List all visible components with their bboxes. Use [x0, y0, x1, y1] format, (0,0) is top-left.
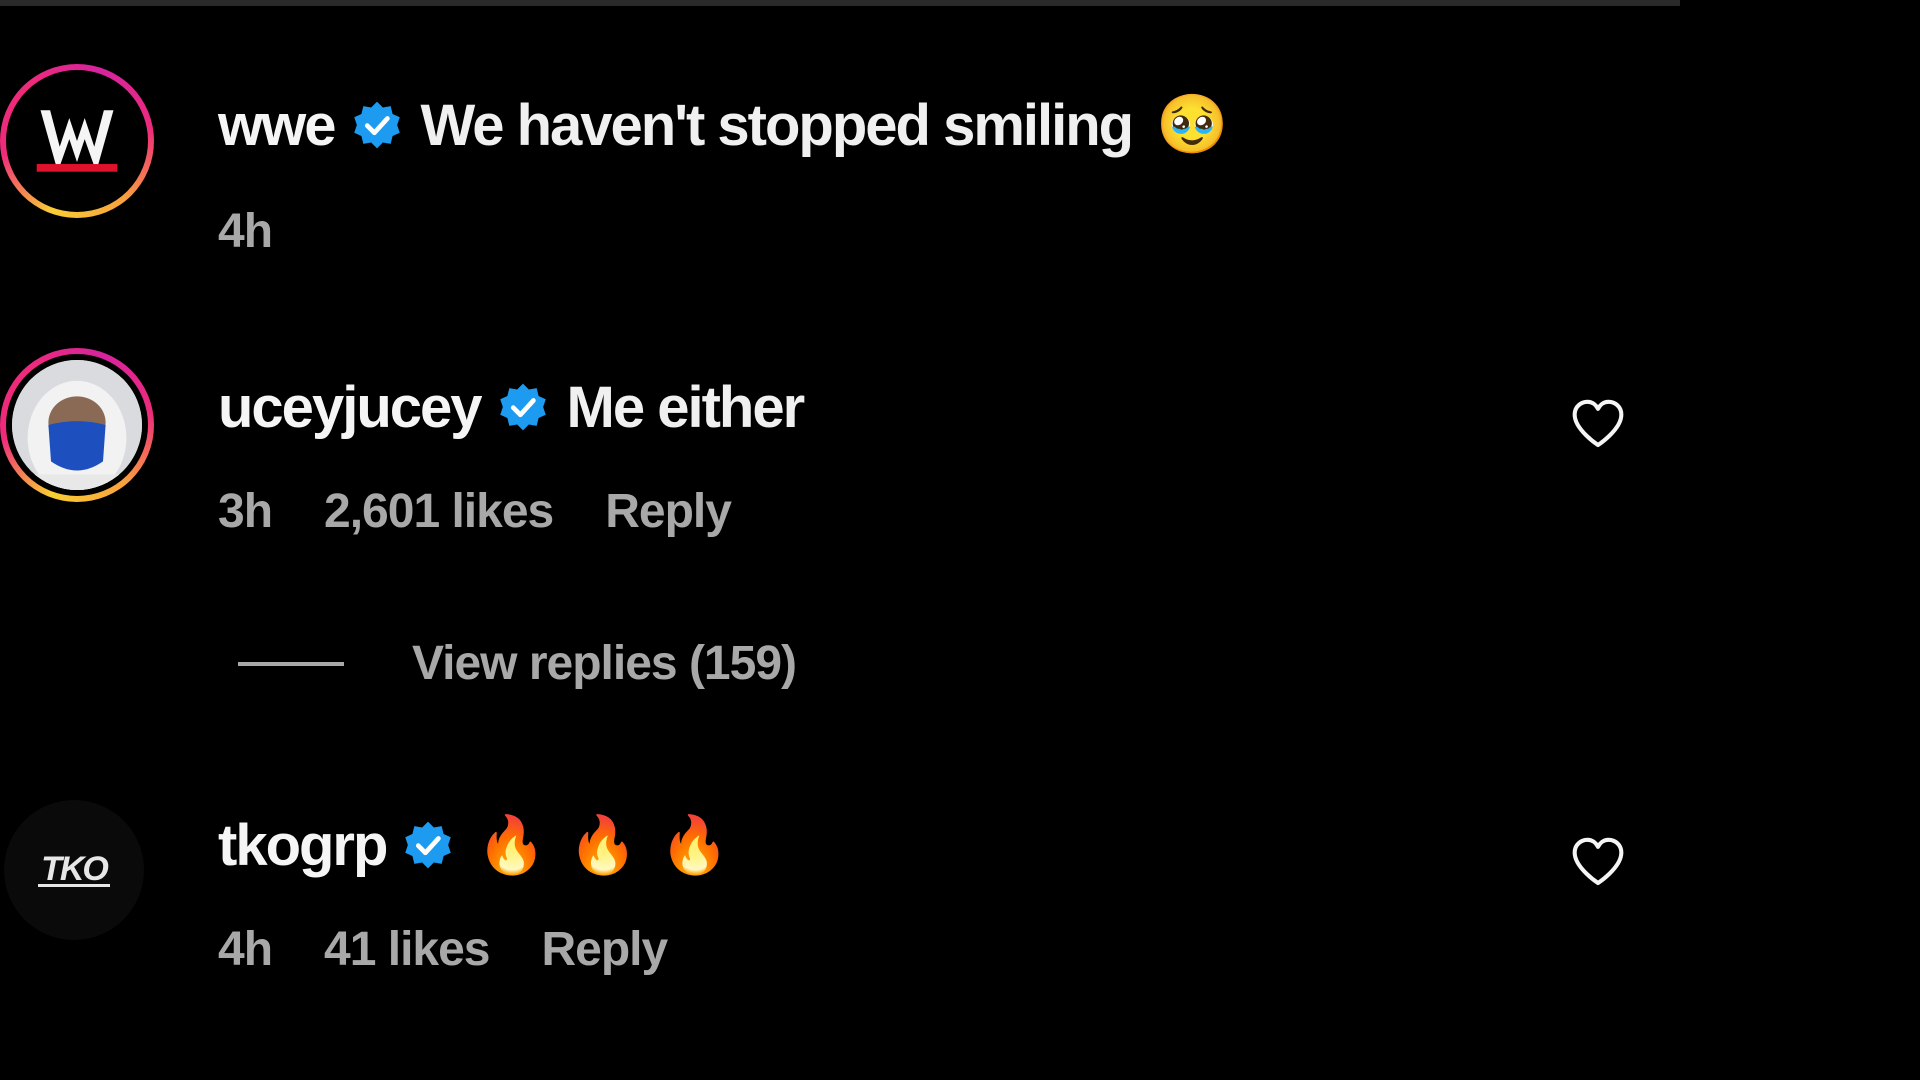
comment-text: We haven't stopped smiling — [420, 92, 1135, 158]
comments-screen: wwe We haven't stopped smiling 🥹 4h ucey… — [0, 0, 1920, 1080]
svg-text:TKO: TKO — [41, 850, 108, 888]
fire-icon: 🔥 — [568, 813, 638, 876]
top-divider — [0, 0, 1680, 6]
heart-icon[interactable] — [1570, 398, 1626, 450]
tko-logo-icon: TKO — [4, 800, 144, 940]
avatar[interactable]: TKO — [4, 800, 144, 940]
likes-count[interactable]: 2,601 likes — [324, 484, 554, 539]
fire-icon: 🔥 — [476, 813, 546, 876]
username[interactable]: wwe — [218, 92, 336, 159]
fire-icon: 🔥 — [659, 813, 730, 876]
avatar[interactable] — [0, 348, 154, 502]
comment-text: Me either — [566, 374, 806, 440]
wwe-logo-icon — [6, 70, 148, 212]
pleading-face-icon: 🥹 — [1156, 92, 1228, 157]
avatar[interactable] — [0, 64, 154, 218]
view-replies-button[interactable]: View replies (159) — [238, 636, 797, 691]
likes-count[interactable]: 41 likes — [324, 922, 490, 977]
username[interactable]: tkogrp — [218, 812, 388, 879]
comment-time: 4h — [218, 205, 273, 258]
reply-button[interactable]: Reply — [605, 484, 732, 539]
view-replies-label: View replies (159) — [412, 637, 797, 690]
username[interactable]: uceyjucey — [218, 374, 483, 441]
verified-badge-icon — [499, 383, 546, 431]
heart-icon[interactable] — [1570, 836, 1626, 888]
replies-divider — [238, 661, 344, 666]
reply-button[interactable]: Reply — [542, 922, 669, 977]
person-avatar-icon — [6, 354, 148, 496]
verified-badge-icon — [405, 821, 452, 869]
comment-time: 4h — [218, 923, 273, 976]
comment-time: 3h — [218, 485, 273, 538]
verified-badge-icon — [353, 101, 400, 149]
